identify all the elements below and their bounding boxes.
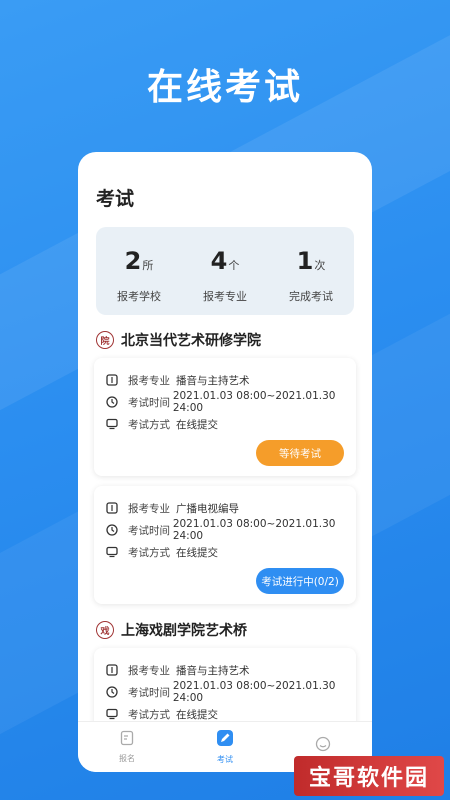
stat-majors[interactable]: 4个 报考专业 <box>182 227 268 315</box>
row-label: 考试方式 <box>128 546 170 559</box>
monitor-icon <box>106 708 118 720</box>
row-value: 播音与主持艺术 <box>176 664 250 677</box>
exam-major-row: 报考专业 播音与主持艺术 <box>106 372 250 388</box>
school-logo: 戏 <box>96 621 114 639</box>
tab-exam[interactable]: 考试 <box>176 722 274 772</box>
stat-number: 4 <box>210 247 228 275</box>
tab-label: 考试 <box>217 755 233 764</box>
page-title: 考试 <box>96 188 135 210</box>
row-value: 在线提交 <box>176 418 218 431</box>
wait-exam-button[interactable]: 等待考试 <box>256 440 344 466</box>
stat-number: 1 <box>296 247 314 275</box>
school-name: 北京当代艺术研修学院 <box>121 333 261 349</box>
stat-unit: 次 <box>314 259 326 272</box>
pen-icon <box>216 729 234 751</box>
form-icon <box>119 730 135 750</box>
smile-icon <box>315 736 331 756</box>
clock-icon <box>106 396 118 408</box>
tab-signup[interactable]: 报名 <box>78 722 176 772</box>
exam-method-row: 考试方式 在线提交 <box>106 416 218 432</box>
clock-icon <box>106 524 118 536</box>
row-value: 2021.01.03 08:00~2021.01.30 24:00 <box>172 680 336 704</box>
row-label: 考试时间 <box>128 686 170 699</box>
exam-in-progress-button[interactable]: 考试进行中(0/2) <box>256 568 344 594</box>
row-label: 考试方式 <box>128 418 170 431</box>
row-value: 2021.01.03 08:00~2021.01.30 24:00 <box>172 518 336 542</box>
row-label: 考试方式 <box>128 708 170 721</box>
row-label: 报考专业 <box>128 374 170 387</box>
row-value: 在线提交 <box>176 708 218 721</box>
clock-icon <box>106 686 118 698</box>
book-icon <box>106 664 118 676</box>
phone-screen: 考试 2所 报考学校 4个 报考专业 1次 完成考试 院 北京当代艺术研修学院 … <box>78 152 372 772</box>
stat-label: 报考学校 <box>117 290 161 303</box>
exam-major-row: 报考专业 播音与主持艺术 <box>106 662 250 678</box>
school-logo: 院 <box>96 331 114 349</box>
monitor-icon <box>106 546 118 558</box>
exam-time-row: 考试时间 2021.01.03 08:00~2021.01.30 24:00 <box>106 390 356 414</box>
book-icon <box>106 374 118 386</box>
exam-time-row: 考试时间 2021.01.03 08:00~2021.01.30 24:00 <box>106 518 356 542</box>
row-value: 2021.01.03 08:00~2021.01.30 24:00 <box>172 390 336 414</box>
stat-label: 报考专业 <box>203 290 247 303</box>
stat-unit: 个 <box>228 259 240 272</box>
exam-method-row: 考试方式 在线提交 <box>106 544 218 560</box>
exam-major-row: 报考专业 广播电视编导 <box>106 500 239 516</box>
row-label: 报考专业 <box>128 664 170 677</box>
exam-card[interactable]: 报考专业 广播电视编导 考试时间 2021.01.03 08:00~2021.0… <box>94 486 356 604</box>
exam-method-row: 考试方式 在线提交 <box>106 706 218 722</box>
row-label: 报考专业 <box>128 502 170 515</box>
watermark-logo: 宝哥软件园 <box>294 756 444 796</box>
exam-card[interactable]: 报考专业 播音与主持艺术 考试时间 2021.01.03 08:00~2021.… <box>94 358 356 476</box>
monitor-icon <box>106 418 118 430</box>
school-name: 上海戏剧学院艺术桥 <box>121 623 247 639</box>
stats-panel: 2所 报考学校 4个 报考专业 1次 完成考试 <box>96 227 354 315</box>
stat-completed[interactable]: 1次 完成考试 <box>268 227 354 315</box>
exam-time-row: 考试时间 2021.01.03 08:00~2021.01.30 24:00 <box>106 680 356 704</box>
book-icon <box>106 502 118 514</box>
row-value: 在线提交 <box>176 546 218 559</box>
row-value: 广播电视编导 <box>176 502 239 515</box>
row-label: 考试时间 <box>128 396 170 409</box>
tab-label: 报名 <box>119 754 135 763</box>
promo-title: 在线考试 <box>146 67 303 108</box>
school-header: 戏 上海戏剧学院艺术桥 <box>96 620 247 640</box>
school-header: 院 北京当代艺术研修学院 <box>96 330 261 350</box>
stat-schools[interactable]: 2所 报考学校 <box>96 227 182 315</box>
stat-unit: 所 <box>142 259 154 272</box>
stat-number: 2 <box>124 247 142 275</box>
row-value: 播音与主持艺术 <box>176 374 250 387</box>
row-label: 考试时间 <box>128 524 170 537</box>
stat-label: 完成考试 <box>289 290 333 303</box>
